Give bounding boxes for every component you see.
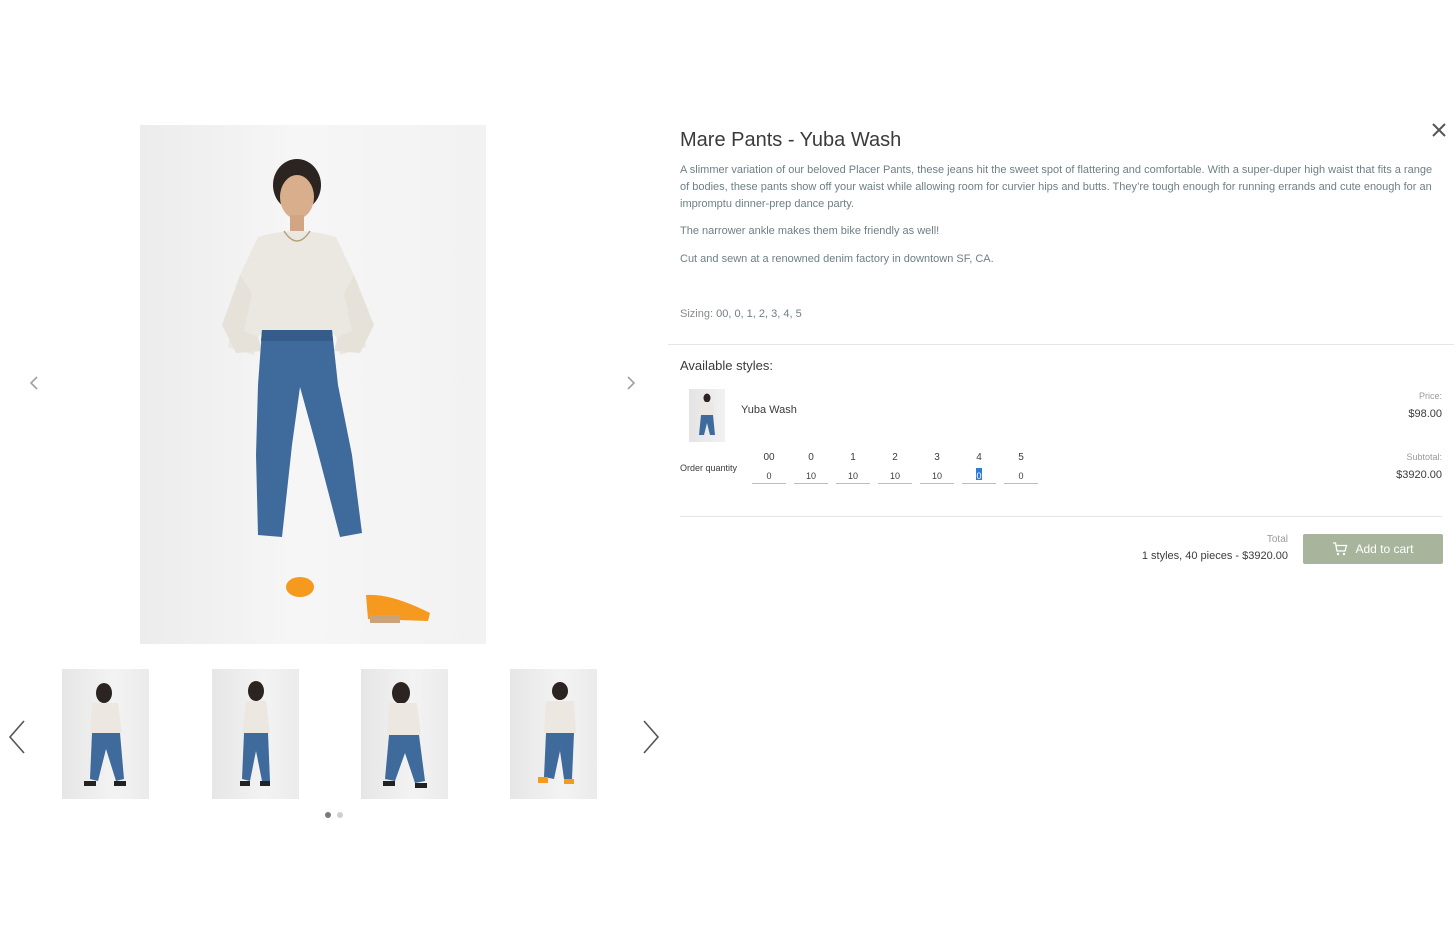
pager-dot[interactable] (337, 812, 343, 818)
size-label: 00 (763, 452, 775, 463)
quantity-input-5[interactable] (1004, 469, 1038, 484)
product-title: Mare Pants - Yuba Wash (680, 129, 902, 151)
quantity-input-1[interactable] (836, 469, 870, 484)
gallery-thumbnail[interactable] (212, 669, 299, 799)
chevron-right-icon (627, 376, 636, 390)
price-label: Price: (1418, 391, 1442, 401)
size-column-00: 00 (752, 452, 786, 484)
main-next-arrow[interactable] (621, 373, 641, 393)
section-divider (668, 344, 1454, 345)
sizing-values: 00, 0, 1, 2, 3, 4, 5 (716, 308, 802, 320)
size-column-1: 1 (836, 452, 870, 484)
available-styles-heading: Available styles: (680, 358, 773, 373)
product-description: A slimmer variation of our beloved Place… (680, 164, 1433, 210)
chevron-left-icon (8, 720, 25, 754)
quantity-input-0[interactable] (794, 469, 828, 484)
subtotal-value: $3920.00 (1396, 469, 1442, 481)
thumbnail-image (538, 682, 576, 784)
size-label: 0 (808, 452, 814, 463)
close-button[interactable] (1429, 120, 1449, 140)
close-icon (1432, 123, 1446, 137)
size-label: 2 (892, 452, 898, 463)
style-image (699, 393, 715, 435)
thumbnail-image (240, 681, 270, 786)
style-name: Yuba Wash (741, 404, 797, 416)
model-figure (222, 159, 430, 623)
summary-divider (680, 516, 1442, 517)
size-column-2: 2 (878, 452, 912, 484)
price-value: $98.00 (1408, 408, 1442, 420)
chevron-left-icon (29, 376, 38, 390)
subtotal-label: Subtotal: (1406, 452, 1442, 462)
size-label: 5 (1018, 452, 1024, 463)
quantity-input-4[interactable] (962, 469, 996, 484)
cart-icon (1333, 542, 1348, 556)
pager-dot-active[interactable] (325, 812, 331, 818)
quantity-input-00[interactable] (752, 469, 786, 484)
add-to-cart-label: Add to cart (1355, 542, 1414, 556)
size-label: 1 (850, 452, 856, 463)
thumbnails-prev-arrow[interactable] (4, 717, 30, 757)
size-column-3: 3 (920, 452, 954, 484)
gallery-thumbnail[interactable] (510, 669, 597, 799)
total-value: 1 styles, 40 pieces - $3920.00 (1141, 550, 1288, 562)
thumbnail-image (84, 683, 126, 786)
size-label: 4 (976, 452, 982, 463)
thumbnails-next-arrow[interactable] (638, 717, 664, 757)
size-column-4: 4 (962, 452, 996, 484)
add-to-cart-button[interactable]: Add to cart (1303, 534, 1443, 564)
size-column-5: 5 (1004, 452, 1038, 484)
sizing-label: Sizing: (680, 308, 714, 320)
order-quantity-label: Order quantity (680, 463, 738, 473)
sizing-info: Sizing: 00, 0, 1, 2, 3, 4, 5 (680, 308, 802, 320)
gallery-thumbnail[interactable] (361, 669, 448, 799)
gallery-thumbnail[interactable] (62, 669, 149, 799)
main-product-photo (140, 125, 486, 644)
thumbnail-image (383, 682, 427, 788)
size-column-0: 0 (794, 452, 828, 484)
product-description-note: The narrower ankle makes them bike frien… (680, 225, 940, 237)
quantity-input-2[interactable] (878, 469, 912, 484)
size-label: 3 (934, 452, 940, 463)
product-description-origin: Cut and sewn at a renowned denim factory… (680, 253, 994, 265)
style-thumbnail (689, 389, 725, 442)
main-prev-arrow[interactable] (24, 373, 44, 393)
quantity-input-3[interactable] (920, 469, 954, 484)
chevron-right-icon (643, 720, 660, 754)
total-label: Total (1266, 534, 1288, 545)
